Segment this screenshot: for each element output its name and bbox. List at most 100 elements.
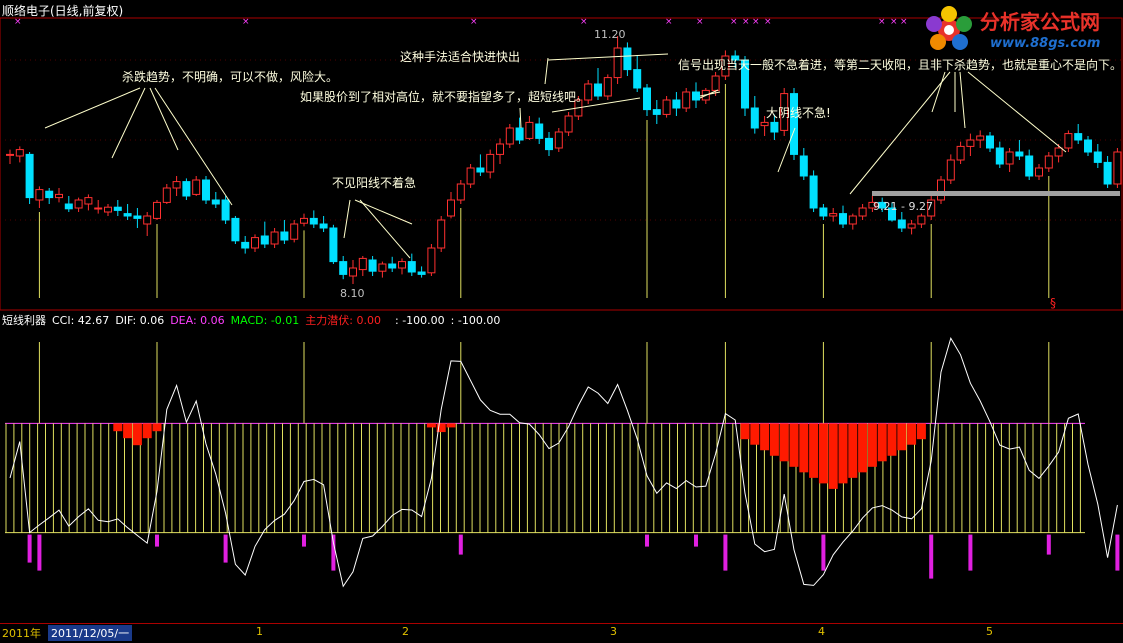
annotation-arrow bbox=[519, 107, 522, 129]
candle-body bbox=[260, 235, 269, 245]
main-lurk-bar bbox=[426, 423, 436, 428]
annotation-signal-rule: 信号出现当天一般不急着进，等第二天收阳，且非下杀趋势，也就是重心不是向下。 bbox=[678, 58, 1123, 72]
candle-body bbox=[594, 83, 602, 97]
indicator-name: 短线利器 bbox=[2, 314, 46, 327]
candle-body bbox=[897, 219, 906, 229]
signal-marker: × bbox=[665, 17, 673, 27]
candle-body bbox=[319, 223, 328, 229]
candle-body bbox=[388, 263, 397, 269]
logo-url: www.88gs.com bbox=[990, 36, 1101, 51]
candle-body bbox=[505, 127, 514, 145]
annotation-high-level: 如果股价到了相对高位，就不要指望多了，超短线吧。 bbox=[300, 90, 589, 104]
candle-body bbox=[241, 241, 250, 249]
annotation-arrow bbox=[343, 199, 351, 239]
signal-lower-bar bbox=[694, 534, 698, 547]
candle-body bbox=[270, 231, 279, 245]
signal-lower-bar bbox=[645, 534, 649, 547]
annotation-quick-trade: 这种手法适合快进快出 bbox=[400, 50, 521, 64]
signal-marker: × bbox=[696, 17, 704, 27]
candle-body bbox=[172, 181, 181, 189]
main-lurk-bar bbox=[818, 423, 828, 484]
signal-marker: × bbox=[752, 17, 760, 27]
main-lurk-bar bbox=[897, 423, 907, 451]
main-lurk-bar bbox=[750, 423, 760, 445]
signal-marker: × bbox=[742, 17, 750, 27]
main-lurk-bar bbox=[789, 423, 799, 467]
main-lurk-bar bbox=[446, 423, 456, 428]
candle-body bbox=[946, 159, 955, 181]
signal-lower-bar bbox=[1115, 534, 1120, 571]
candle-body bbox=[407, 261, 416, 273]
signal-lower-bar bbox=[968, 534, 973, 571]
main-lurk-bar bbox=[838, 423, 848, 484]
indicator-field: : -100.00 bbox=[450, 314, 501, 327]
main-lurk-bar bbox=[916, 423, 926, 440]
high-price-label: 11.20 bbox=[594, 28, 626, 41]
candle-body bbox=[251, 237, 259, 249]
candle-body bbox=[545, 137, 553, 151]
candle-body bbox=[760, 121, 769, 127]
candle-body bbox=[133, 215, 142, 219]
candle-body bbox=[358, 257, 367, 271]
candle-body bbox=[907, 223, 916, 229]
candle-body bbox=[819, 207, 828, 217]
candle-body bbox=[74, 199, 83, 209]
main-lurk-bar bbox=[877, 423, 887, 462]
main-lurk-bar bbox=[867, 423, 877, 467]
candle-body bbox=[162, 187, 171, 203]
main-lurk-bar bbox=[123, 423, 133, 439]
signal-marker: × bbox=[890, 17, 898, 27]
candle-body bbox=[437, 219, 446, 249]
candle-body bbox=[1015, 151, 1024, 157]
candle-body bbox=[309, 217, 318, 225]
cci-line bbox=[9, 336, 1118, 588]
candle-body bbox=[45, 190, 54, 199]
candle-body bbox=[633, 69, 642, 89]
candle-body bbox=[770, 121, 779, 133]
candle-body bbox=[643, 87, 651, 111]
range-label: 9.21 - 9.27 bbox=[873, 200, 933, 213]
candle-body bbox=[496, 143, 504, 155]
indicator-field: : -100.00 bbox=[395, 314, 445, 327]
candle-body bbox=[1093, 151, 1102, 163]
candle-body bbox=[55, 193, 63, 199]
signal-marker: × bbox=[580, 17, 588, 27]
main-lurk-bar bbox=[132, 423, 142, 446]
candle-body bbox=[535, 123, 544, 139]
candle-body bbox=[809, 175, 818, 209]
annotation-arrow bbox=[547, 53, 669, 61]
candle-body bbox=[692, 91, 700, 101]
main-lurk-bar bbox=[858, 423, 868, 473]
candle-body bbox=[1064, 133, 1073, 149]
candle-body bbox=[829, 213, 838, 217]
main-lurk-bar bbox=[848, 423, 858, 478]
marker-symbol: § bbox=[1050, 296, 1056, 310]
main-lurk-bar bbox=[828, 423, 838, 489]
candle-body bbox=[123, 213, 132, 217]
candle-body bbox=[1054, 147, 1063, 157]
indicator-field: DIF: 0.06 bbox=[115, 314, 165, 327]
signal-lower-bar bbox=[223, 534, 228, 563]
candle-body bbox=[417, 271, 426, 275]
candle-body bbox=[476, 167, 485, 173]
signal-marker: × bbox=[14, 17, 22, 27]
signal-lower-bar bbox=[723, 534, 728, 571]
candle-body bbox=[84, 197, 93, 205]
candle-body bbox=[15, 149, 24, 157]
candle-body bbox=[182, 181, 191, 197]
candle-body bbox=[937, 179, 945, 201]
main-lurk-bar bbox=[887, 423, 897, 456]
annotation-big-yin: 大阴线不急! bbox=[766, 106, 831, 120]
candle-body bbox=[525, 121, 534, 139]
candle-body bbox=[349, 267, 357, 277]
date-axis bbox=[0, 623, 1123, 640]
candle-body bbox=[672, 99, 681, 109]
candle-body bbox=[192, 179, 201, 195]
annotation-wait-yang: 不见阳线不着急 bbox=[332, 176, 417, 190]
candle-body bbox=[848, 215, 857, 225]
main-lurk-bar bbox=[760, 423, 770, 451]
candle-body bbox=[1113, 151, 1122, 185]
candle-body bbox=[447, 199, 455, 217]
candle-body bbox=[1044, 155, 1053, 169]
signal-lower-bar bbox=[929, 534, 934, 579]
